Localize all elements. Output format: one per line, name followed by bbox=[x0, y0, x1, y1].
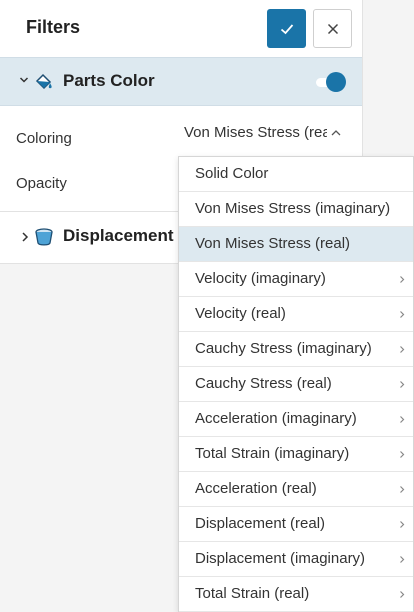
dropdown-option-label: Acceleration (imaginary) bbox=[195, 410, 357, 427]
coloring-select-value: Von Mises Stress (real) bbox=[184, 124, 327, 141]
coloring-select[interactable]: Von Mises Stress (real) bbox=[184, 124, 350, 146]
close-button[interactable] bbox=[313, 9, 352, 48]
dropdown-option[interactable]: Von Mises Stress (real) bbox=[179, 227, 413, 262]
dropdown-option-label: Displacement (imaginary) bbox=[195, 550, 366, 567]
dropdown-option[interactable]: Velocity (imaginary) bbox=[179, 262, 413, 297]
dropdown-option[interactable]: Displacement (imaginary) bbox=[179, 542, 413, 577]
submenu-chevron-icon bbox=[400, 451, 405, 458]
dropdown-option[interactable]: Cauchy Stress (imaginary) bbox=[179, 332, 413, 367]
dropdown-option-label: Von Mises Stress (real) bbox=[195, 235, 351, 252]
dropdown-option-label: Cauchy Stress (imaginary) bbox=[195, 340, 372, 357]
dropdown-option-label: Total Strain (imaginary) bbox=[195, 445, 350, 462]
submenu-chevron-icon bbox=[400, 381, 405, 388]
dropdown-option-label: Velocity (real) bbox=[195, 305, 286, 322]
submenu-chevron-icon bbox=[400, 311, 405, 318]
chevron-down-icon[interactable] bbox=[19, 76, 29, 84]
dropdown-option[interactable]: Total Strain (imaginary) bbox=[179, 437, 413, 472]
submenu-chevron-icon bbox=[400, 346, 405, 353]
submenu-chevron-icon bbox=[400, 556, 405, 563]
coloring-dropdown-menu: Solid Color Von Mises Stress (imaginary) V… bbox=[178, 156, 414, 612]
submenu-chevron-icon bbox=[400, 486, 405, 493]
close-icon bbox=[327, 23, 338, 34]
submenu-chevron-icon bbox=[400, 416, 405, 423]
section-title-displacement[interactable]: Displacement bbox=[63, 226, 174, 246]
dropdown-option[interactable]: Displacement (real) bbox=[179, 507, 413, 542]
dropdown-option[interactable]: Velocity (real) bbox=[179, 297, 413, 332]
section-header-parts-color[interactable]: Parts Color bbox=[0, 57, 362, 106]
dropdown-option-label: Von Mises Stress (imaginary) bbox=[195, 200, 391, 217]
dropdown-option-label: Total Strain (real) bbox=[195, 585, 310, 602]
parts-color-toggle[interactable] bbox=[316, 72, 346, 92]
dropdown-option-label: Displacement (real) bbox=[195, 515, 326, 532]
dropdown-option[interactable]: Total Strain (real) bbox=[179, 577, 413, 612]
dropdown-option[interactable]: Solid Color bbox=[179, 157, 413, 192]
paint-bucket-icon bbox=[35, 73, 52, 90]
submenu-chevron-icon bbox=[400, 276, 405, 283]
confirm-button[interactable] bbox=[267, 9, 306, 48]
panel-title: Filters bbox=[26, 17, 81, 37]
dropdown-option-label: Solid Color bbox=[195, 165, 269, 182]
dropdown-option[interactable]: Von Mises Stress (imaginary) bbox=[179, 192, 413, 227]
dropdown-option[interactable]: Acceleration (imaginary) bbox=[179, 402, 413, 437]
dropdown-option-label: Velocity (imaginary) bbox=[195, 270, 326, 287]
chevron-right-icon[interactable] bbox=[21, 231, 29, 243]
dropdown-option-label: Cauchy Stress (real) bbox=[195, 375, 332, 392]
dropdown-option[interactable]: Acceleration (real) bbox=[179, 472, 413, 507]
section-title-parts-color: Parts Color bbox=[63, 71, 155, 90]
opacity-label: Opacity bbox=[16, 175, 67, 192]
dropdown-option-label: Acceleration (real) bbox=[195, 480, 317, 497]
check-icon bbox=[280, 23, 293, 34]
toggle-knob bbox=[326, 72, 346, 92]
tube-icon bbox=[35, 228, 53, 246]
submenu-chevron-icon bbox=[400, 591, 405, 598]
submenu-chevron-icon bbox=[400, 521, 405, 528]
dropdown-option[interactable]: Cauchy Stress (real) bbox=[179, 367, 413, 402]
chevron-up-icon bbox=[331, 130, 341, 136]
coloring-label: Coloring bbox=[16, 130, 72, 147]
